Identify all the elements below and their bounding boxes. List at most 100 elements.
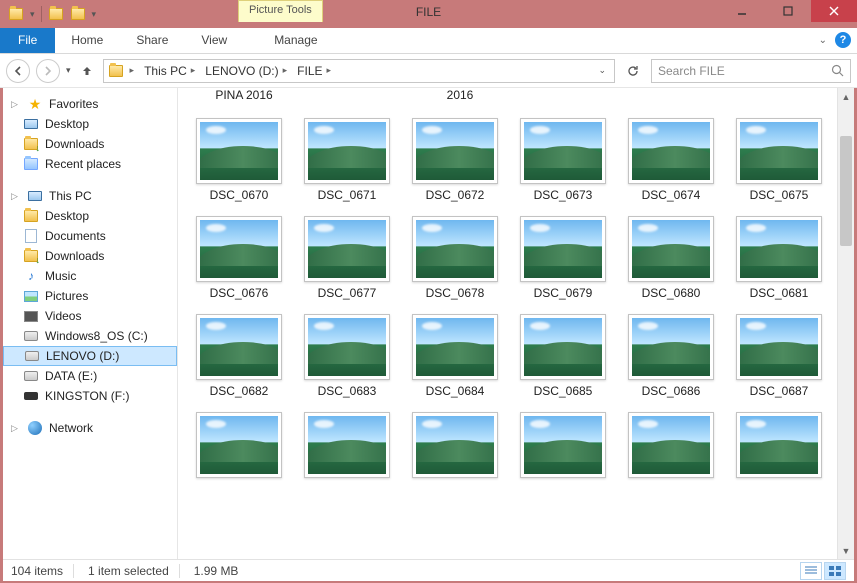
file-tile[interactable] xyxy=(186,408,292,482)
videos-icon xyxy=(23,308,39,324)
nav-drive-e[interactable]: DATA (E:) xyxy=(3,366,177,386)
thumbnails-view-button[interactable] xyxy=(824,562,846,580)
nav-pc-desktop[interactable]: Desktop xyxy=(3,206,177,226)
search-input[interactable] xyxy=(658,64,831,78)
nav-desktop[interactable]: Desktop xyxy=(3,114,177,134)
file-tile[interactable]: DSC_0679 xyxy=(510,212,616,304)
maximize-button[interactable] xyxy=(765,0,811,22)
selection-size: 1.99 MB xyxy=(194,564,239,578)
file-tile[interactable]: DSC_0685 xyxy=(510,310,616,402)
history-dropdown[interactable]: ▾ xyxy=(66,65,71,76)
thumbnail xyxy=(736,118,822,184)
qat-overflow[interactable]: ▾ xyxy=(92,9,97,20)
scroll-thumb[interactable] xyxy=(840,136,852,246)
nav-drive-f[interactable]: KINGSTON (F:) xyxy=(3,386,177,406)
file-tile[interactable] xyxy=(294,408,400,482)
forward-button[interactable] xyxy=(36,59,60,83)
file-tile[interactable]: DSC_0678 xyxy=(402,212,508,304)
address-dropdown[interactable]: ⌄ xyxy=(594,65,610,76)
drive-icon xyxy=(24,348,40,364)
crumb-folder[interactable]: FILE▸ xyxy=(293,64,335,78)
ribbon-tabs: File Home Share View Manage ⌄ ? xyxy=(0,28,857,54)
thumbnail xyxy=(412,118,498,184)
file-tile[interactable]: DSC_0674 xyxy=(618,114,724,206)
thumbnail xyxy=(628,314,714,380)
file-tile[interactable]: DSC_0684 xyxy=(402,310,508,402)
file-tile[interactable] xyxy=(726,408,832,482)
scroll-up-button[interactable]: ▲ xyxy=(838,88,854,105)
ribbon-collapse-icon[interactable]: ⌄ xyxy=(819,35,827,46)
tab-manage[interactable]: Manage xyxy=(258,28,334,53)
thumbnail xyxy=(196,216,282,282)
contextual-tab-label: Picture Tools xyxy=(238,0,323,22)
file-tile[interactable] xyxy=(402,408,508,482)
file-tile[interactable]: DSC_0681 xyxy=(726,212,832,304)
minimize-button[interactable] xyxy=(719,0,765,22)
file-tab[interactable]: File xyxy=(0,28,55,53)
new-folder-icon[interactable] xyxy=(70,6,86,22)
thumbnail xyxy=(736,216,822,282)
nav-documents[interactable]: Documents xyxy=(3,226,177,246)
file-tile[interactable]: DSC_0676 xyxy=(186,212,292,304)
thumbnail xyxy=(196,118,282,184)
nav-music[interactable]: ♪Music xyxy=(3,266,177,286)
refresh-button[interactable] xyxy=(621,60,645,82)
nav-pc-downloads[interactable]: Downloads xyxy=(3,246,177,266)
file-tile[interactable] xyxy=(618,408,724,482)
file-tile[interactable]: DSC_0687 xyxy=(726,310,832,402)
location-icon xyxy=(108,63,124,79)
network-header[interactable]: ▷Network xyxy=(3,418,177,438)
partial-row: PINA 2016 2016 xyxy=(178,88,854,104)
selection-count: 1 item selected xyxy=(88,564,180,578)
file-tile[interactable]: DSC_0673 xyxy=(510,114,616,206)
file-tile[interactable]: DSC_0677 xyxy=(294,212,400,304)
help-button[interactable]: ? xyxy=(835,32,851,48)
thumbnail xyxy=(412,314,498,380)
back-button[interactable] xyxy=(6,59,30,83)
tab-view[interactable]: View xyxy=(185,28,244,53)
file-label: DSC_0673 xyxy=(534,188,593,202)
folder-label: 2016 xyxy=(406,88,514,104)
thumbnail xyxy=(304,314,390,380)
crumb-thispc[interactable]: This PC▸ xyxy=(140,64,199,78)
scrollbar[interactable]: ▲ ▼ xyxy=(837,88,854,559)
file-tile[interactable] xyxy=(510,408,616,482)
file-label: DSC_0681 xyxy=(750,286,809,300)
qat-dropdown[interactable]: ▾ xyxy=(30,9,35,20)
nav-pictures[interactable]: Pictures xyxy=(3,286,177,306)
nav-videos[interactable]: Videos xyxy=(3,306,177,326)
file-label: DSC_0674 xyxy=(642,188,701,202)
file-tile[interactable]: DSC_0671 xyxy=(294,114,400,206)
file-tile[interactable]: DSC_0683 xyxy=(294,310,400,402)
nav-drive-d[interactable]: LENOVO (D:) xyxy=(3,346,177,366)
file-tile[interactable]: DSC_0686 xyxy=(618,310,724,402)
file-tile[interactable]: DSC_0675 xyxy=(726,114,832,206)
file-list[interactable]: PINA 2016 2016 DSC_0670DSC_0671 DSC_0672 D… xyxy=(178,88,854,559)
thispc-header[interactable]: ▷This PC xyxy=(3,186,177,206)
computer-icon xyxy=(27,188,43,204)
file-label: DSC_0672 xyxy=(426,188,485,202)
file-tile[interactable]: DSC_0672 xyxy=(402,114,508,206)
favorites-header[interactable]: ▷★Favorites xyxy=(3,94,177,114)
file-label: DSC_0679 xyxy=(534,286,593,300)
file-tile[interactable]: DSC_0682 xyxy=(186,310,292,402)
nav-recent[interactable]: Recent places xyxy=(3,154,177,174)
up-button[interactable] xyxy=(77,61,97,81)
file-tile[interactable]: DSC_0670 xyxy=(186,114,292,206)
crumb-drive[interactable]: LENOVO (D:)▸ xyxy=(201,64,291,78)
nav-drive-c[interactable]: Windows8_OS (C:) xyxy=(3,326,177,346)
properties-icon[interactable] xyxy=(48,6,64,22)
close-button[interactable] xyxy=(811,0,857,22)
title-bar: ▾ ▾ Picture Tools FILE xyxy=(0,0,857,28)
details-view-button[interactable] xyxy=(800,562,822,580)
thumbnail xyxy=(520,412,606,478)
file-tile[interactable]: DSC_0680 xyxy=(618,212,724,304)
scroll-down-button[interactable]: ▼ xyxy=(838,542,854,559)
thumbnail xyxy=(196,412,282,478)
downloads-icon xyxy=(23,136,39,152)
search-box[interactable] xyxy=(651,59,851,83)
address-bar[interactable]: ▸ This PC▸ LENOVO (D:)▸ FILE▸ ⌄ xyxy=(103,59,615,83)
nav-downloads[interactable]: Downloads xyxy=(3,134,177,154)
tab-share[interactable]: Share xyxy=(120,28,185,53)
tab-home[interactable]: Home xyxy=(55,28,120,53)
